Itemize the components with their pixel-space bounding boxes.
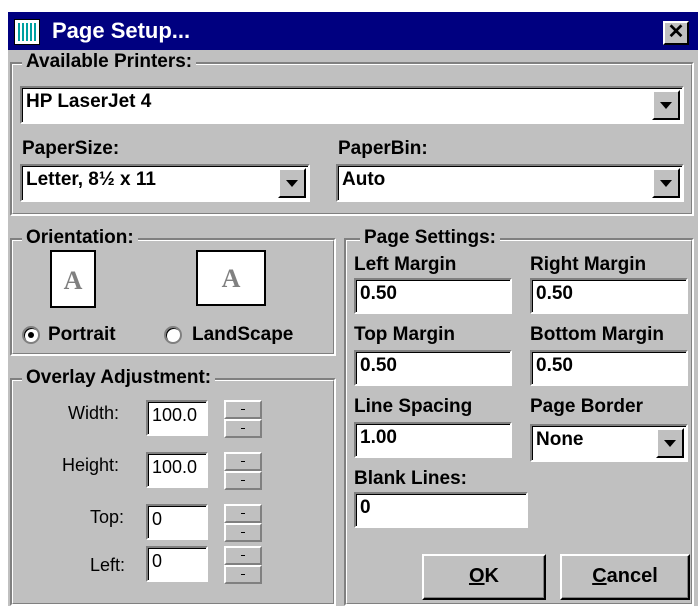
blank-lines-label: Blank Lines: [354,468,467,489]
overlay-top-spinner[interactable] [224,504,262,542]
overlay-left-input[interactable]: 0 [146,546,208,582]
right-margin-input[interactable]: 0.50 [530,278,688,314]
paper-size-select[interactable]: Letter, 8½ x 11 [20,164,310,202]
paper-bin-value: Auto [342,169,386,190]
overlay-width-input[interactable]: 100.0 [146,400,208,436]
paper-size-value: Letter, 8½ x 11 [26,169,156,190]
printer-dropdown-button[interactable] [652,90,680,120]
overlay-height-label: Height: [62,455,120,475]
portrait-page-icon[interactable]: A [50,250,96,308]
spin-up-button[interactable] [224,452,262,471]
printer-select-value: HP LaserJet 4 [26,91,152,112]
right-margin-label: Right Margin [530,254,647,275]
ok-button[interactable]: OK [422,554,546,600]
spin-up-button[interactable] [224,400,262,419]
overlay-height-spinner[interactable] [224,452,262,490]
overlay-top-label: Top: [90,507,125,527]
page-setup-dialog: Page Setup... ✕ Available Printers: HP L… [8,12,698,606]
paper-size-dropdown-button[interactable] [278,168,306,198]
title-bar[interactable]: Page Setup... ✕ [8,12,698,50]
paper-bin-select[interactable]: Auto [336,164,684,202]
spin-down-button[interactable] [224,523,262,542]
overlay-height-input[interactable]: 100.0 [146,452,208,488]
spin-down-button[interactable] [224,419,262,438]
page-border-dropdown-button[interactable] [656,428,684,458]
page-border-label: Page Border [530,396,643,417]
printer-select[interactable]: HP LaserJet 4 [20,86,684,124]
paper-size-label: PaperSize: [22,138,120,159]
overlay-top-input[interactable]: 0 [146,504,208,540]
page-settings-legend: Page Settings: [360,227,500,249]
landscape-radio[interactable] [164,326,182,344]
line-spacing-input[interactable]: 1.00 [354,422,512,458]
paper-bin-label: PaperBin: [338,138,428,159]
overlay-left-label: Left: [90,555,126,575]
dialog-title: Page Setup... [52,18,191,43]
top-margin-input[interactable]: 0.50 [354,350,512,386]
left-margin-label: Left Margin [354,254,457,275]
blank-lines-input[interactable]: 0 [354,492,528,528]
spin-down-button[interactable] [224,565,262,584]
top-margin-label: Top Margin [354,324,455,345]
cancel-button[interactable]: Cancel [560,554,690,600]
paper-bin-dropdown-button[interactable] [652,168,680,198]
line-spacing-label: Line Spacing [354,396,473,417]
overlay-width-label: Width: [68,403,120,423]
bottom-margin-input[interactable]: 0.50 [530,350,688,386]
left-margin-input[interactable]: 0.50 [354,278,512,314]
bottom-margin-label: Bottom Margin [530,324,665,345]
overlay-width-spinner[interactable] [224,400,262,438]
printers-legend: Available Printers: [22,51,197,73]
overlay-left-spinner[interactable] [224,546,262,584]
portrait-label[interactable]: Portrait [48,324,116,346]
portrait-radio[interactable] [22,326,40,344]
orientation-legend: Orientation: [22,227,138,249]
overlay-legend: Overlay Adjustment: [22,367,216,389]
system-menu-icon[interactable] [14,19,40,45]
landscape-label[interactable]: LandScape [192,324,293,346]
spin-up-button[interactable] [224,504,262,523]
spin-down-button[interactable] [224,471,262,490]
spin-up-button[interactable] [224,546,262,565]
close-button[interactable]: ✕ [663,21,689,45]
landscape-page-icon[interactable]: A [196,250,266,306]
